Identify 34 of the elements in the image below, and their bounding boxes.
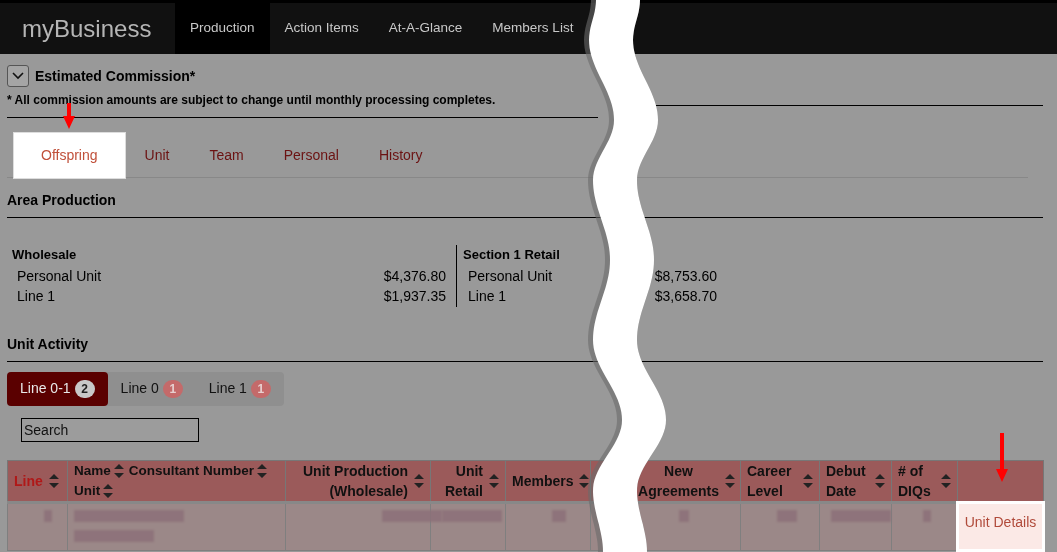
- nav-tab[interactable]: Members List: [477, 3, 574, 54]
- tab[interactable]: History: [358, 133, 443, 177]
- nav-tab[interactable]: Action Items: [269, 3, 374, 54]
- row-label: Personal Unit: [468, 267, 553, 286]
- search-field[interactable]: Search: [21, 417, 199, 442]
- count-badge: 2: [74, 379, 95, 398]
- tab[interactable]: Offspring: [14, 133, 125, 178]
- column-header[interactable]: Consultant Number: [128, 460, 255, 481]
- row-label: Line 1: [17, 287, 56, 306]
- row-label: Personal Unit: [17, 267, 102, 286]
- logo: myBusiness: [21, 13, 153, 44]
- tab[interactable]: Personal: [263, 133, 359, 177]
- section-title: Area Production: [7, 191, 117, 210]
- count-badge: 1: [250, 379, 271, 398]
- nav-tab[interactable]: Production: [175, 3, 270, 54]
- filter-tab[interactable]: Line 0-1 2: [7, 371, 108, 406]
- section-title: Unit Activity: [7, 334, 90, 354]
- filter-tab[interactable]: Line 1 1: [195, 371, 284, 406]
- group-title: Wholesale: [12, 246, 78, 264]
- amount-text: $1,937.35: [383, 287, 446, 306]
- tab[interactable]: Team: [189, 133, 264, 177]
- disclaimer-text: * All commission amounts are subject to change until monthly processing completes.: [7, 93, 496, 107]
- section-title: Estimated Commission*: [35, 66, 196, 86]
- amount-text: $4,376.80: [383, 267, 446, 286]
- amount-text: $3,658.70: [654, 287, 717, 306]
- group-title: Section 1 Retail: [463, 246, 561, 264]
- amount-text: $8,753.60: [654, 267, 717, 286]
- tab[interactable]: Unit: [124, 133, 190, 177]
- row-label: Line 1: [468, 287, 507, 306]
- count-badge: 1: [162, 379, 183, 398]
- filter-tab[interactable]: Line 0 1: [107, 371, 196, 406]
- column-header[interactable]: Unit: [74, 480, 101, 501]
- nav-tab[interactable]: At-A-Glance: [373, 3, 478, 54]
- column-header[interactable]: Name: [74, 460, 111, 481]
